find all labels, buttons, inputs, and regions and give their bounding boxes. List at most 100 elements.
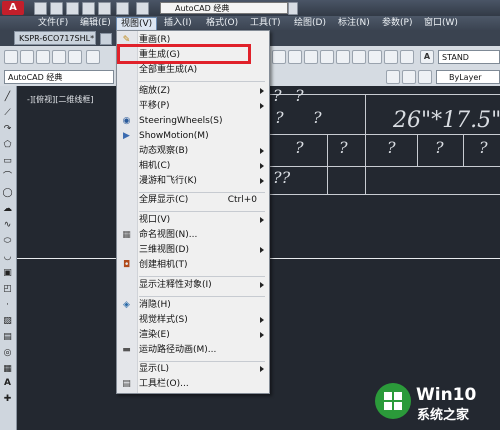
- submenu-arrow-icon: [260, 366, 264, 372]
- text-style-combo[interactable]: STAND: [438, 50, 500, 64]
- table-icon[interactable]: ▦: [2, 364, 13, 375]
- spline-icon[interactable]: ∿: [2, 220, 13, 231]
- layer-state-icon[interactable]: [402, 70, 416, 84]
- cad-text[interactable]: ?: [275, 108, 284, 127]
- menu-file[interactable]: 文件(F): [34, 16, 72, 30]
- multiline-text-icon[interactable]: A: [2, 378, 13, 389]
- menu-item-motion-path[interactable]: ▬ 运动路径动画(M)...: [117, 343, 269, 358]
- add-selected-icon[interactable]: ✚: [2, 394, 13, 405]
- menu-item-orbit[interactable]: 动态观察(B): [117, 144, 269, 159]
- sheet-set-icon[interactable]: [368, 50, 382, 64]
- circle-icon[interactable]: ◯: [2, 188, 13, 199]
- menu-item-label: 工具栏(O)...: [139, 379, 189, 389]
- menu-item-visual-styles[interactable]: 视觉样式(S): [117, 313, 269, 328]
- cad-text[interactable]: ?: [313, 108, 322, 127]
- line-icon[interactable]: ╱: [2, 92, 13, 103]
- markup-icon[interactable]: [384, 50, 398, 64]
- cad-text[interactable]: ?: [339, 138, 348, 157]
- document-tab[interactable]: KSPR-6CO717SHL*: [14, 31, 96, 45]
- construction-line-icon[interactable]: ⟋: [2, 108, 13, 119]
- print-icon[interactable]: [52, 50, 66, 64]
- polygon-icon[interactable]: ⬠: [2, 140, 13, 151]
- menu-item-camera[interactable]: 相机(C): [117, 159, 269, 174]
- calculator-icon[interactable]: [400, 50, 414, 64]
- menu-item-zoom[interactable]: 缩放(Z): [117, 84, 269, 99]
- layer-properties-icon[interactable]: [386, 70, 400, 84]
- layer-previous-icon[interactable]: [418, 70, 432, 84]
- menu-item-showmotion[interactable]: ▶ ShowMotion(M): [117, 129, 269, 144]
- menu-item-annotative[interactable]: 显示注释性对象(I): [117, 278, 269, 293]
- menu-tools[interactable]: 工具(T): [246, 16, 285, 30]
- menu-item-3d-views[interactable]: 三维视图(D): [117, 243, 269, 258]
- menu-item-walk-fly[interactable]: 漫游和飞行(K): [117, 174, 269, 189]
- revcloud-icon[interactable]: ☁: [2, 204, 13, 215]
- menu-edit[interactable]: 编辑(E): [76, 16, 115, 30]
- menu-draw[interactable]: 绘图(D): [290, 16, 330, 30]
- menu-format[interactable]: 格式(O): [202, 16, 242, 30]
- preview-icon[interactable]: [68, 50, 82, 64]
- menu-window[interactable]: 窗口(W): [420, 16, 462, 30]
- menu-item-fullscreen[interactable]: 全屏显示(C) Ctrl+0: [117, 193, 269, 208]
- cad-text[interactable]: ?: [295, 138, 304, 157]
- insert-block-icon[interactable]: ▣: [2, 268, 13, 279]
- design-center-icon[interactable]: [336, 50, 350, 64]
- make-block-icon[interactable]: ◰: [2, 284, 13, 295]
- cad-text[interactable]: ?: [435, 138, 444, 157]
- open-file-icon[interactable]: [50, 2, 63, 15]
- save-icon[interactable]: [66, 2, 79, 15]
- tool-palettes-icon[interactable]: [352, 50, 366, 64]
- undo-icon[interactable]: [116, 2, 129, 15]
- cad-dimension-text[interactable]: 26"*17.5": [393, 108, 500, 133]
- text-style-icon[interactable]: A: [420, 50, 434, 64]
- arc-icon[interactable]: ⌒: [2, 172, 13, 183]
- menu-item-create-camera[interactable]: ◘ 创建相机(T): [117, 258, 269, 273]
- chevron-down-icon[interactable]: [288, 2, 298, 15]
- namedview-icon: ▦: [122, 230, 131, 240]
- workspace-combo[interactable]: AutoCAD 经典: [160, 2, 288, 14]
- ellipse-icon[interactable]: ⬭: [2, 236, 13, 247]
- rectangle-icon[interactable]: ▭: [2, 156, 13, 167]
- new-tab-icon[interactable]: [100, 33, 112, 45]
- menu-insert[interactable]: 插入(I): [160, 16, 196, 30]
- menu-item-toolbars[interactable]: ▤ 工具栏(O)...: [117, 377, 269, 392]
- cad-text[interactable]: ?: [479, 138, 488, 157]
- gradient-icon[interactable]: ▤: [2, 332, 13, 343]
- redo-icon[interactable]: [136, 2, 149, 15]
- zoom-icon[interactable]: [272, 50, 286, 64]
- menu-item-pan[interactable]: 平移(P): [117, 99, 269, 114]
- submenu-arrow-icon: [260, 317, 264, 323]
- save-icon[interactable]: [36, 50, 50, 64]
- menu-item-named-views[interactable]: ▦ 命名视图(N)...: [117, 228, 269, 243]
- color-combo[interactable]: ByLayer: [436, 70, 500, 84]
- menu-item-display[interactable]: 显示(L): [117, 362, 269, 377]
- hatch-icon[interactable]: ▨: [2, 316, 13, 327]
- viewport-label[interactable]: -][俯视][二维线框]: [27, 94, 94, 105]
- menu-item-hide[interactable]: ◈ 消隐(H): [117, 298, 269, 313]
- cad-text[interactable]: ?: [387, 138, 396, 157]
- polyline-icon[interactable]: ↷: [2, 124, 13, 135]
- zoom-previous-icon[interactable]: [304, 50, 318, 64]
- menu-view[interactable]: 视图(V): [116, 17, 158, 31]
- cad-text[interactable]: ?: [273, 86, 282, 105]
- point-icon[interactable]: ·: [2, 300, 13, 311]
- menu-parametric[interactable]: 参数(P): [378, 16, 416, 30]
- new-file-icon[interactable]: [4, 50, 18, 64]
- zoom-window-icon[interactable]: [288, 50, 302, 64]
- open-file-icon[interactable]: [20, 50, 34, 64]
- region-icon[interactable]: ◎: [2, 348, 13, 359]
- publish-icon[interactable]: [86, 50, 100, 64]
- ellipse-arc-icon[interactable]: ◡: [2, 252, 13, 263]
- cad-text[interactable]: ?: [295, 86, 304, 105]
- saveas-icon[interactable]: [82, 2, 95, 15]
- properties-icon[interactable]: [320, 50, 334, 64]
- menu-dimension[interactable]: 标注(N): [334, 16, 374, 30]
- menu-item-viewports[interactable]: 视口(V): [117, 213, 269, 228]
- cad-text[interactable]: ??: [273, 168, 290, 187]
- new-file-icon[interactable]: [34, 2, 47, 15]
- workspace-select[interactable]: AutoCAD 经典: [4, 70, 114, 84]
- app-logo-icon[interactable]: A: [2, 1, 24, 15]
- menu-item-render[interactable]: 渲染(E): [117, 328, 269, 343]
- menu-item-steeringwheels[interactable]: ◉ SteeringWheels(S): [117, 114, 269, 129]
- menu-item-regen-all[interactable]: 全部重生成(A): [117, 63, 269, 78]
- print-icon[interactable]: [98, 2, 111, 15]
